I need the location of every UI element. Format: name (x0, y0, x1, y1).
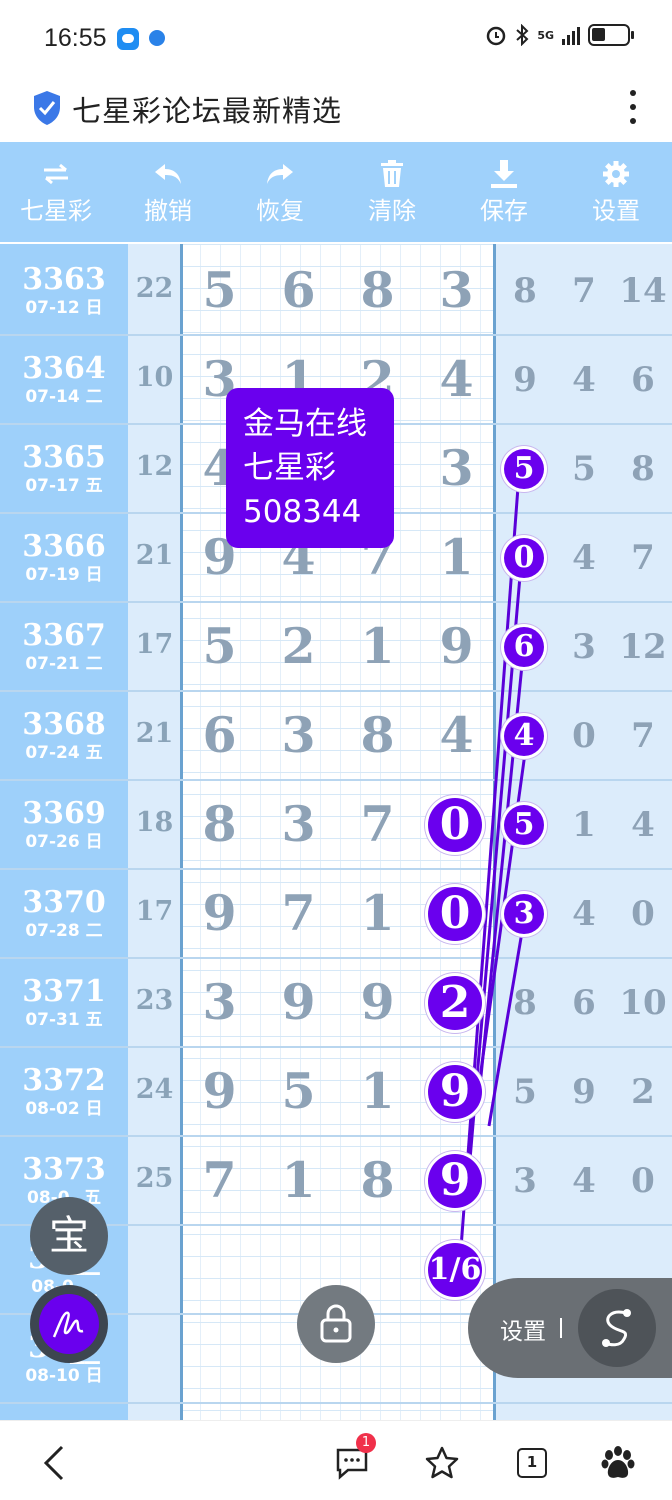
shield-icon (34, 91, 60, 125)
lock-button[interactable] (297, 1285, 375, 1363)
save-button[interactable]: 保存 (448, 142, 560, 242)
treasure-button[interactable]: 宝 (30, 1197, 108, 1275)
clear-button[interactable]: 清除 (336, 142, 448, 242)
trash-icon (377, 159, 407, 189)
tab-count: 1 (517, 1448, 547, 1478)
swap-icon (41, 159, 71, 189)
toolbar-label: 保存 (480, 196, 528, 225)
marked-number-small[interactable]: 5 (504, 449, 544, 489)
popup-line: 七星彩 (243, 450, 336, 486)
signal-icon (562, 25, 580, 45)
redo-button[interactable]: 恢复 (224, 142, 336, 242)
marked-number-large[interactable]: 9 (428, 1154, 482, 1208)
pen-tool-button[interactable] (30, 1285, 108, 1363)
marked-number-large[interactable]: 9 (428, 1065, 482, 1119)
status-bar: 16:55 5G (0, 0, 672, 78)
info-popup[interactable]: 金马在线 七星彩 508344 (226, 388, 394, 548)
marked-number-small[interactable]: 5 (504, 805, 544, 845)
browser-app-icon (149, 30, 165, 46)
marked-number-small[interactable]: 0 (504, 538, 544, 578)
more-vert-icon[interactable] (628, 90, 638, 124)
toolbar-label: 设置 (592, 196, 640, 225)
toolbar-label: 七星彩 (20, 196, 92, 225)
marked-number-large[interactable]: 2 (428, 976, 482, 1030)
marked-number-small[interactable]: 4 (504, 716, 544, 756)
favorite-button[interactable] (420, 1441, 464, 1485)
popup-line: 金马在线 (243, 406, 367, 442)
battery-icon (588, 24, 634, 46)
message-badge: 1 (356, 1433, 376, 1453)
gear-icon (601, 159, 631, 189)
download-icon (489, 159, 519, 189)
status-time: 16:55 (44, 24, 107, 52)
divider (560, 1318, 562, 1338)
marked-number-small[interactable]: 3 (504, 894, 544, 934)
settings-floating-bar[interactable]: 设置 (468, 1278, 672, 1378)
lottery-type-button[interactable]: 七星彩 (0, 142, 112, 242)
fraction-mark[interactable]: 1/6 (428, 1243, 482, 1297)
page-title: 七星彩论坛最新精选 (72, 94, 343, 128)
toolbar-label: 撤销 (144, 196, 192, 225)
marked-number-small[interactable]: 6 (504, 627, 544, 667)
bottom-nav: 1 1 (0, 1420, 672, 1500)
toolbar: 七星彩 撤销 恢复 清除 保存 设置 (0, 142, 672, 242)
tabs-button[interactable]: 1 (510, 1441, 554, 1485)
settings-label: 设置 (500, 1319, 546, 1345)
paw-icon (601, 1446, 635, 1478)
status-icons: 5G (485, 24, 634, 46)
alarm-icon (487, 26, 506, 46)
share-icon (602, 1309, 631, 1347)
toolbar-label: 清除 (368, 196, 416, 225)
undo-icon (153, 159, 183, 189)
marked-number-large[interactable]: 0 (428, 798, 482, 852)
lock-icon (320, 1304, 352, 1343)
marked-number-large[interactable]: 0 (428, 887, 482, 941)
star-icon (425, 1446, 459, 1479)
undo-button[interactable]: 撤销 (112, 142, 224, 242)
network-label: 5G (537, 28, 554, 42)
share-button[interactable] (578, 1289, 656, 1367)
back-icon (43, 1445, 64, 1481)
baidu-button[interactable] (596, 1441, 640, 1485)
back-button[interactable] (32, 1441, 76, 1485)
redo-icon (265, 159, 295, 189)
messages-button[interactable]: 1 (330, 1433, 376, 1485)
toolbar-label: 恢复 (256, 196, 304, 225)
popup-line: 508344 (243, 494, 362, 530)
pen-icon (52, 1311, 84, 1338)
title-bar: 七星彩论坛最新精选 (0, 78, 672, 142)
settings-button[interactable]: 设置 (560, 142, 672, 242)
bluetooth-icon (516, 24, 529, 46)
chat-app-icon (117, 28, 139, 50)
